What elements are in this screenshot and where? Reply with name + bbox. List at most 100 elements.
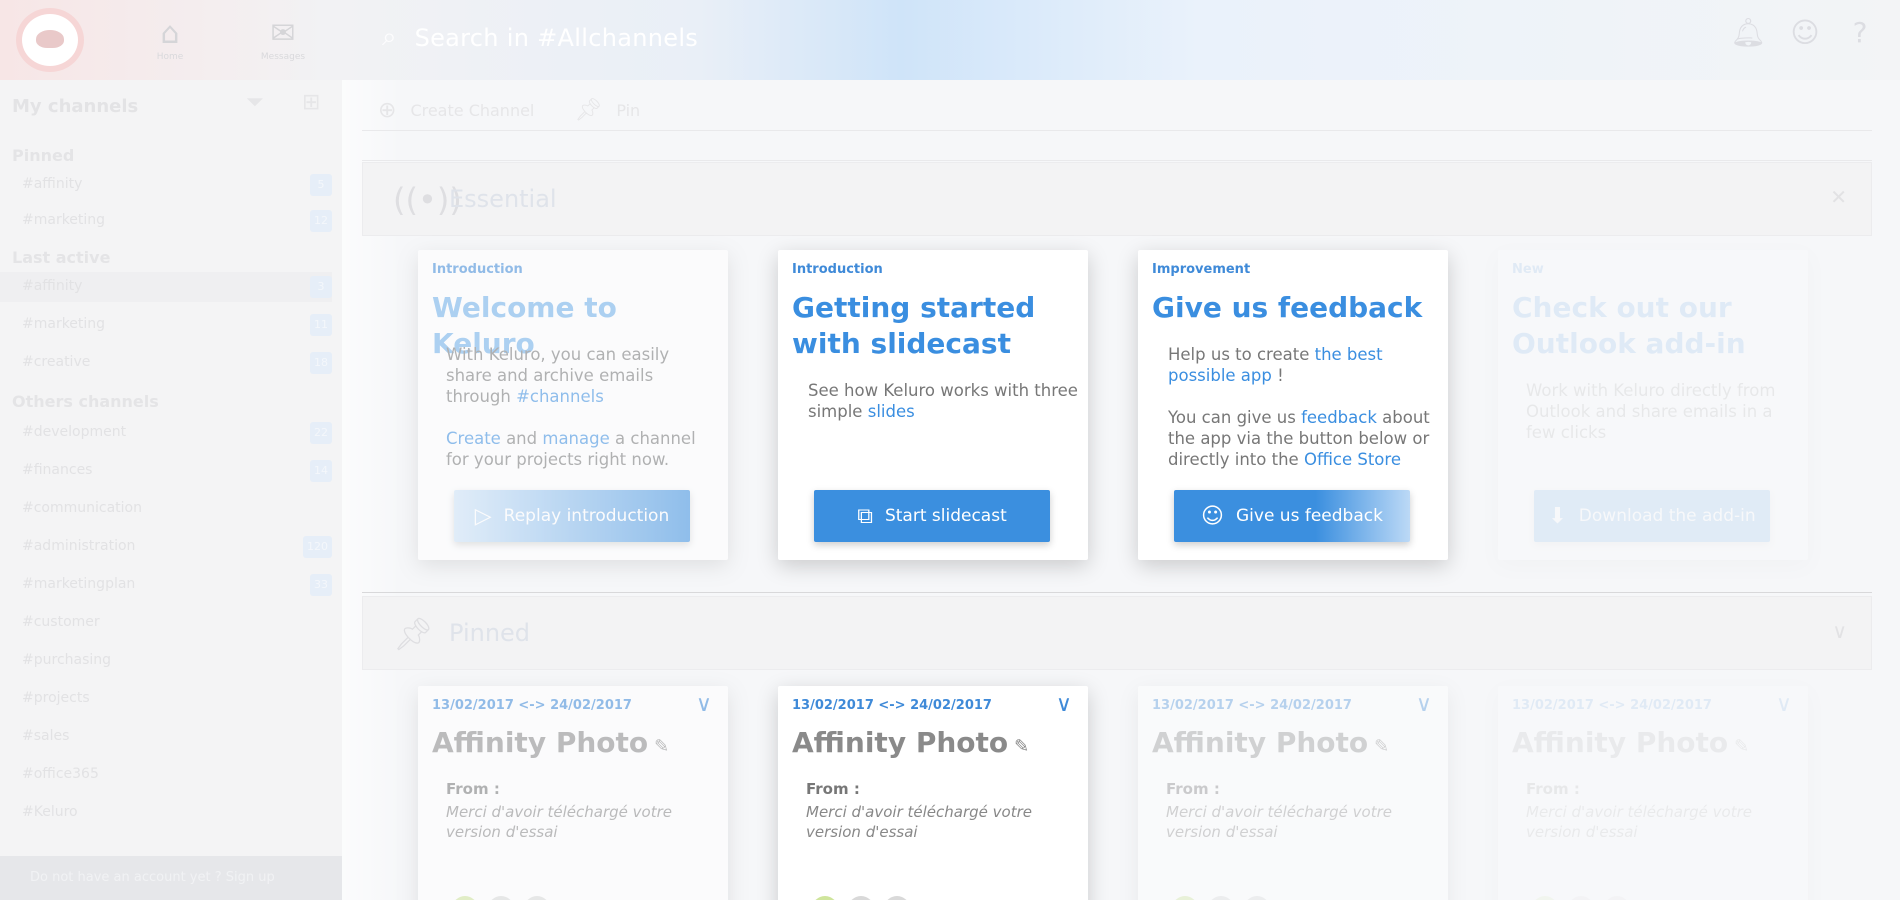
sidebar-item[interactable]: #office365 (22, 760, 332, 790)
sidebar-title: My channels (12, 96, 139, 117)
email-preview: Merci d'avoir téléchargé votre version d… (1166, 803, 1392, 841)
sidebar-item[interactable]: #development 22 (22, 418, 332, 448)
collapse-icon[interactable]: ✕ (1830, 185, 1847, 209)
edit-pencil-icon[interactable]: ✎ (1014, 736, 1029, 757)
avatar[interactable] (1172, 896, 1198, 900)
profile-icon[interactable]: ☺ (1785, 16, 1825, 56)
avatar[interactable] (848, 896, 874, 900)
download-addin-button[interactable]: ⬇ Download the add-in (1534, 490, 1770, 542)
collapse-icon[interactable]: ∨ (1832, 619, 1847, 643)
pinned-email-card[interactable]: 13/02/2017 <-> 24/02/2017 ∨ Affinity Photo… (1138, 686, 1448, 900)
pinned-section-header[interactable]: 📌︎ Pinned ∨ (362, 596, 1872, 670)
help-icon[interactable]: ? (1840, 16, 1880, 56)
channels-link[interactable]: #channels (516, 387, 604, 406)
expand-chevron-icon[interactable]: ∨ (1056, 692, 1072, 717)
start-slidecast-button[interactable]: ⧉ Start slidecast (814, 490, 1050, 542)
signup-footer[interactable]: Do not have an account yet ? Sign up (0, 856, 342, 900)
slides-link[interactable]: slides (868, 402, 915, 421)
desc-text: and (500, 429, 543, 448)
avatar[interactable] (812, 896, 838, 900)
sidebar: My channels ⏷ ⊞ Pinned #affinity 5 #mark… (0, 80, 342, 900)
pinned-email-card[interactable]: 13/02/2017 <-> 24/02/2017 ∨ Affinity Photo… (778, 686, 1088, 900)
edit-pencil-icon[interactable]: ✎ (654, 736, 669, 757)
card-title: Check out our Outlook add-in (1512, 291, 1746, 360)
sidebar-item[interactable]: #creative 18 (22, 348, 332, 378)
slides-icon: ⧉ (857, 503, 873, 529)
download-icon: ⬇ (1548, 503, 1567, 529)
sidebar-item-label: #Keluro (22, 804, 78, 820)
card-description: Work with Keluro directly from Outlook a… (1526, 381, 1776, 442)
smiley-icon: ☺ (1201, 503, 1224, 529)
sidebar-item[interactable]: #affinity 3 (0, 272, 332, 302)
sidebar-item-label: #administration (22, 538, 136, 554)
create-channel-button[interactable]: ⊕ Create Channel (378, 98, 534, 123)
create-channel-label: Create Channel (410, 100, 535, 120)
filter-icon[interactable]: ⏷ (246, 90, 264, 115)
sidebar-item[interactable]: #Keluro (22, 798, 332, 828)
pin-button[interactable]: 📌︎ Pin (574, 98, 640, 123)
give-feedback-button[interactable]: ☺ Give us feedback (1174, 490, 1410, 542)
nav-messages[interactable]: ✉ Messages (248, 16, 318, 66)
essential-section-header[interactable]: ((•)) Essential ✕ (362, 162, 1872, 236)
search-icon: ⌕ (382, 22, 397, 52)
notification-icon[interactable]: 🔔︎ (1728, 16, 1768, 56)
avatar[interactable] (1604, 896, 1630, 900)
avatar[interactable] (1568, 896, 1594, 900)
sidebar-item[interactable]: #communication (22, 494, 332, 524)
from-label: From : (446, 780, 500, 798)
sidebar-item-label: #affinity (22, 278, 83, 294)
sidebar-item[interactable]: #sales (22, 722, 332, 752)
button-label: Give us feedback (1235, 506, 1383, 526)
search-input[interactable]: Search in #Allchannels (415, 24, 699, 52)
sidebar-section-pinned: Pinned (12, 146, 75, 165)
email-preview: Merci d'avoir téléchargé votre version d… (446, 803, 672, 841)
avatar[interactable] (488, 896, 514, 900)
sidebar-item[interactable]: #marketing 11 (22, 310, 332, 340)
create-link[interactable]: Create (446, 429, 501, 448)
avatar[interactable] (1532, 896, 1558, 900)
count-badge: 3 (310, 276, 332, 298)
card-outlook-addin: New Check out our Outlook add-in Work wi… (1498, 250, 1808, 560)
sidebar-item[interactable]: #projects (22, 684, 332, 714)
sidebar-item[interactable]: #affinity 5 (22, 170, 332, 200)
avatar[interactable] (1244, 896, 1270, 900)
email-preview: Merci d'avoir téléchargé votre version d… (1526, 803, 1752, 841)
email-title: Affinity Photo ✎ (432, 726, 669, 759)
nav-messages-label: Messages (260, 52, 306, 62)
expand-chevron-icon[interactable]: ∨ (1776, 692, 1792, 717)
sidebar-item[interactable]: #finances 14 (22, 456, 332, 486)
count-badge: 11 (310, 314, 332, 336)
manage-link[interactable]: manage (542, 429, 609, 448)
sidebar-item-label: #marketing (22, 212, 106, 228)
email-title: Affinity Photo ✎ (792, 726, 1029, 759)
card-title: Give us feedback (1152, 291, 1423, 324)
sidebar-item[interactable]: #marketing 12 (22, 206, 332, 236)
pinned-email-card[interactable]: 13/02/2017 <-> 24/02/2017 ∨ Affinity Photo… (1498, 686, 1808, 900)
expand-chevron-icon[interactable]: ∨ (696, 692, 712, 717)
edit-pencil-icon[interactable]: ✎ (1374, 736, 1389, 757)
sidebar-item[interactable]: #purchasing (22, 646, 332, 676)
keluro-logo[interactable] (22, 14, 78, 66)
avatar[interactable] (884, 896, 910, 900)
sidebar-item[interactable]: #administration 120 (22, 532, 332, 562)
desc-text: ! (1271, 366, 1284, 385)
replay-introduction-button[interactable]: ▷ Replay introduction (454, 490, 690, 542)
expand-chevron-icon[interactable]: ∨ (1416, 692, 1432, 717)
email-title: Affinity Photo ✎ (1512, 726, 1749, 759)
edit-pencil-icon[interactable]: ✎ (1734, 736, 1749, 757)
avatar[interactable] (1208, 896, 1234, 900)
avatar[interactable] (524, 896, 550, 900)
office-store-link[interactable]: Office Store (1304, 450, 1401, 469)
card-description: Help us to create the best possible app … (1168, 344, 1443, 491)
play-icon: ▷ (474, 503, 492, 529)
nav-home[interactable]: ⌂ Home (135, 16, 205, 66)
avatar[interactable] (452, 896, 478, 900)
sidebar-item[interactable]: #customer (22, 608, 332, 638)
sidebar-item[interactable]: #marketingplan 33 (22, 570, 332, 600)
search-bar[interactable]: ⌕ Search in #Allchannels (382, 22, 698, 53)
pinned-email-card[interactable]: 13/02/2017 <-> 24/02/2017 ∨ Affinity Photo… (418, 686, 728, 900)
essential-section-title: Essential (449, 185, 557, 213)
feedback-link[interactable]: feedback (1301, 408, 1377, 427)
add-channel-icon[interactable]: ⊞ (302, 90, 320, 115)
card-welcome: Introduction Welcome to Keluro With Kelu… (418, 250, 728, 560)
